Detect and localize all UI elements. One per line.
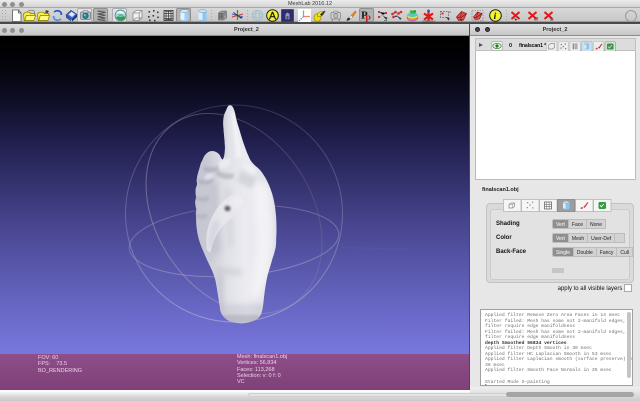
svg-text:CSGTool: CSGTool <box>422 19 434 22</box>
svg-text:i: i <box>493 12 496 22</box>
svg-text:P: P <box>365 15 371 22</box>
